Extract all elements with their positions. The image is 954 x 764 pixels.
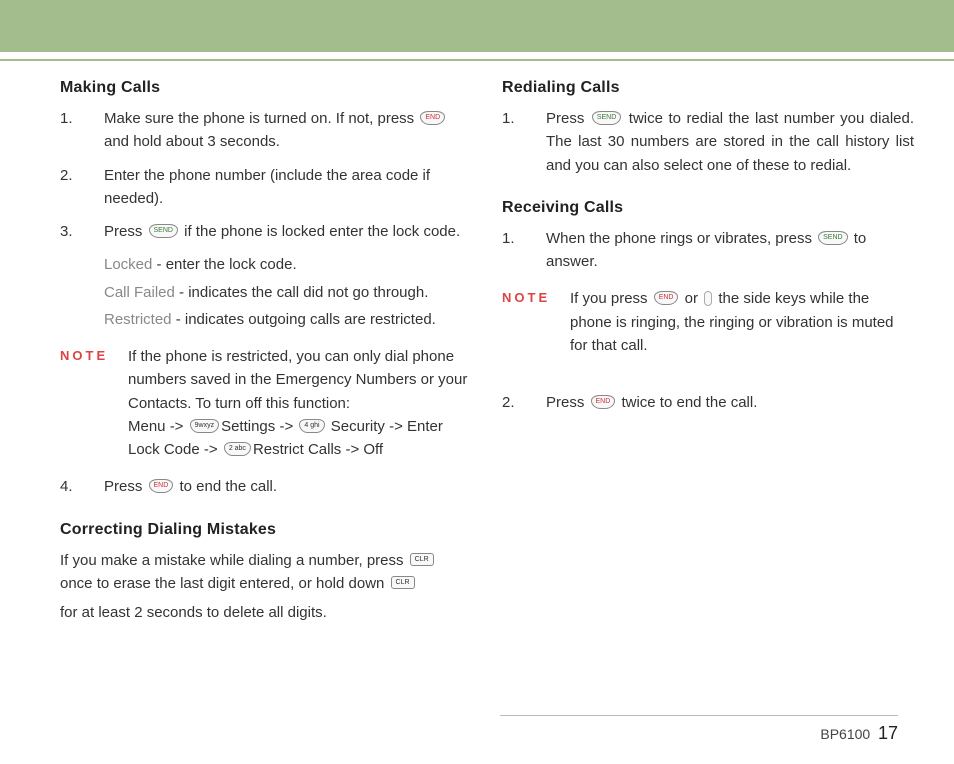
text: Menu -> bbox=[128, 418, 188, 435]
text: if the phone is locked enter the lock co… bbox=[180, 223, 460, 240]
step-body: Press END to end the call. bbox=[104, 475, 472, 498]
step-number: 4. bbox=[60, 475, 104, 498]
text: Press bbox=[546, 394, 589, 411]
end-key-icon: END bbox=[149, 479, 174, 493]
sub-call-failed: Call Failed - indicates the call did not… bbox=[60, 281, 472, 304]
step-body: Press SEND twice to redial the last numb… bbox=[546, 107, 914, 177]
key-2-icon: 2 abc bbox=[224, 442, 251, 456]
text: Press bbox=[104, 478, 147, 495]
heading-correcting: Correcting Dialing Mistakes bbox=[60, 521, 472, 539]
send-key-icon: SEND bbox=[592, 111, 621, 125]
text: - indicates outgoing calls are restricte… bbox=[172, 311, 436, 328]
send-key-icon: SEND bbox=[149, 224, 178, 238]
send-key-icon: SEND bbox=[818, 231, 847, 245]
step-1: 1. When the phone rings or vibrates, pre… bbox=[502, 227, 914, 274]
step-2: 2. Enter the phone number (include the a… bbox=[60, 164, 472, 211]
text: Press bbox=[104, 223, 147, 240]
step-number: 1. bbox=[502, 107, 546, 177]
text: - enter the lock code. bbox=[152, 256, 296, 273]
step-1: 1. Press SEND twice to redial the last n… bbox=[502, 107, 914, 177]
text: and hold about 3 seconds. bbox=[104, 133, 280, 150]
label: Locked bbox=[104, 256, 152, 273]
page-content: Making Calls 1. Make sure the phone is t… bbox=[0, 61, 954, 630]
sub-locked: Locked - enter the lock code. bbox=[60, 253, 472, 276]
text: If the phone is restricted, you can only… bbox=[128, 348, 467, 412]
model-number: BP6100 bbox=[820, 726, 870, 742]
text: twice to end the call. bbox=[617, 394, 757, 411]
label: Restricted bbox=[104, 311, 172, 328]
text: Restrict Calls -> Off bbox=[253, 441, 383, 458]
step-number: 1. bbox=[502, 227, 546, 274]
step-3: 3. Press SEND if the phone is locked ent… bbox=[60, 220, 472, 243]
step-body: Press END twice to end the call. bbox=[546, 391, 914, 414]
step-4: 4. Press END to end the call. bbox=[60, 475, 472, 498]
text: If you make a mistake while dialing a nu… bbox=[60, 552, 408, 569]
end-key-icon: END bbox=[420, 111, 445, 125]
clr-key-icon: CLR bbox=[410, 553, 434, 566]
note-body: If you press END or the side keys while … bbox=[570, 287, 914, 357]
text: or bbox=[680, 290, 702, 307]
text: Press bbox=[546, 110, 590, 127]
side-key-icon bbox=[704, 291, 712, 306]
note-label: NOTE bbox=[60, 345, 128, 461]
text: once to erase the last digit entered, or… bbox=[60, 575, 389, 592]
text: If you press bbox=[570, 290, 652, 307]
sub-restricted: Restricted - indicates outgoing calls ar… bbox=[60, 308, 472, 331]
clr-key-icon: CLR bbox=[391, 576, 415, 589]
footer-rule bbox=[500, 715, 898, 716]
note-body: If the phone is restricted, you can only… bbox=[128, 345, 472, 461]
header-banner bbox=[0, 0, 954, 52]
step-body: Make sure the phone is turned on. If not… bbox=[104, 107, 472, 154]
right-column: Redialing Calls 1. Press SEND twice to r… bbox=[502, 79, 914, 630]
footer: BP6100 17 bbox=[820, 723, 898, 744]
text: Make sure the phone is turned on. If not… bbox=[104, 110, 418, 127]
heading-receiving: Receiving Calls bbox=[502, 199, 914, 217]
page-number: 17 bbox=[878, 723, 898, 743]
paragraph: for at least 2 seconds to delete all dig… bbox=[60, 601, 472, 624]
step-1: 1. Make sure the phone is turned on. If … bbox=[60, 107, 472, 154]
key-4-icon: 4 ghi bbox=[299, 419, 324, 433]
step-number: 3. bbox=[60, 220, 104, 243]
step-body: Enter the phone number (include the area… bbox=[104, 164, 472, 211]
heading-redialing: Redialing Calls bbox=[502, 79, 914, 97]
end-key-icon: END bbox=[591, 395, 616, 409]
label: Call Failed bbox=[104, 284, 175, 301]
paragraph: If you make a mistake while dialing a nu… bbox=[60, 549, 472, 596]
step-body: When the phone rings or vibrates, press … bbox=[546, 227, 914, 274]
step-number: 2. bbox=[60, 164, 104, 211]
note-label: NOTE bbox=[502, 287, 570, 357]
step-body: Press SEND if the phone is locked enter … bbox=[104, 220, 472, 243]
step-number: 1. bbox=[60, 107, 104, 154]
heading-making-calls: Making Calls bbox=[60, 79, 472, 97]
left-column: Making Calls 1. Make sure the phone is t… bbox=[60, 79, 472, 630]
note-restricted: NOTE If the phone is restricted, you can… bbox=[60, 345, 472, 461]
text: When the phone rings or vibrates, press bbox=[546, 230, 816, 247]
text: to end the call. bbox=[175, 478, 277, 495]
step-2: 2. Press END twice to end the call. bbox=[502, 391, 914, 414]
end-key-icon: END bbox=[654, 291, 679, 305]
note-mute: NOTE If you press END or the side keys w… bbox=[502, 287, 914, 357]
key-9-icon: 9wxyz bbox=[190, 419, 219, 433]
text: - indicates the call did not go through. bbox=[175, 284, 429, 301]
text: Settings -> bbox=[221, 418, 297, 435]
step-number: 2. bbox=[502, 391, 546, 414]
